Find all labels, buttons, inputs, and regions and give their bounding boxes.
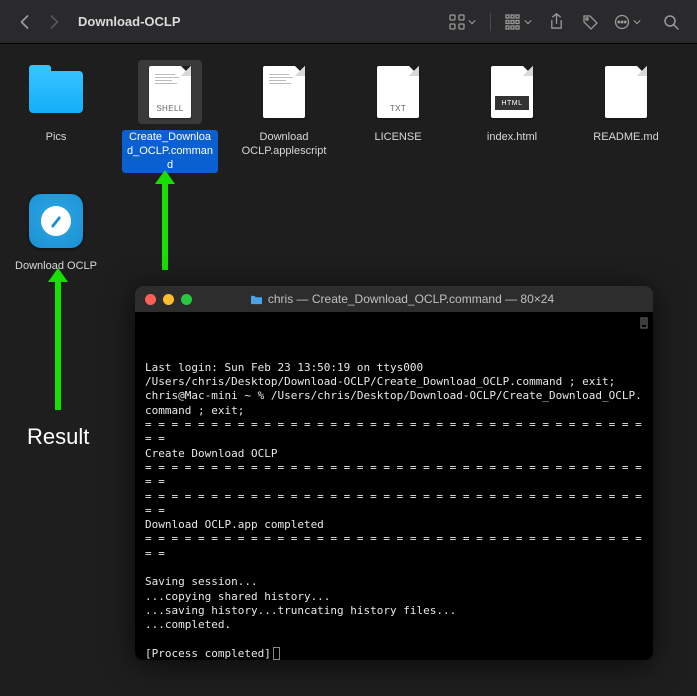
- result-label: Result: [27, 424, 89, 450]
- forward-button[interactable]: [42, 10, 66, 34]
- folder-small-icon: [250, 294, 263, 305]
- arrow-to-command: [162, 182, 168, 270]
- terminal-line: Saving session...: [145, 575, 643, 589]
- file-item[interactable]: TXT LICENSE: [350, 60, 446, 173]
- terminal-line: ...copying shared history...: [145, 590, 643, 604]
- folder-icon: [24, 60, 88, 124]
- file-label: Pics: [42, 130, 71, 146]
- toolbar-divider: [490, 13, 491, 31]
- file-grid: Pics SHELL Create_Download_OCLP.command Dow…: [0, 44, 697, 291]
- doc-icon: TXT: [366, 60, 430, 124]
- file-label: LICENSE: [370, 130, 425, 146]
- arrow-to-result: [55, 280, 61, 410]
- action-icon[interactable]: [610, 10, 645, 34]
- scroll-icon: [637, 316, 651, 330]
- file-label: Download OCLP.applescript: [236, 130, 332, 160]
- share-icon[interactable]: [542, 10, 570, 34]
- terminal-line: = = = = = = = = = = = = = = = = = = = = …: [145, 418, 643, 447]
- file-label: Create_Download_OCLP.command: [122, 130, 218, 173]
- group-by-icon[interactable]: [501, 10, 536, 34]
- search-icon[interactable]: [657, 10, 685, 34]
- file-item[interactable]: HTML index.html: [464, 60, 560, 173]
- terminal-line: Last login: Sun Feb 23 13:50:19 on ttys0…: [145, 361, 643, 375]
- terminal-window[interactable]: chris — Create_Download_OCLP.command — 8…: [135, 286, 653, 660]
- terminal-body[interactable]: Last login: Sun Feb 23 13:50:19 on ttys0…: [135, 312, 653, 660]
- terminal-line: = = = = = = = = = = = = = = = = = = = = …: [145, 490, 643, 519]
- terminal-line: ...saving history...truncating history f…: [145, 604, 643, 618]
- terminal-line: ...completed.: [145, 618, 643, 632]
- terminal-line: = = = = = = = = = = = = = = = = = = = = …: [145, 532, 643, 561]
- tag-icon[interactable]: [576, 10, 604, 34]
- folder-title: Download-OCLP: [78, 14, 181, 29]
- file-item[interactable]: Download OCLP: [8, 189, 104, 275]
- terminal-line: chris@Mac-mini ~ % /Users/chris/Desktop/…: [145, 389, 643, 418]
- terminal-line: /Users/chris/Desktop/Download-OCLP/Creat…: [145, 375, 643, 389]
- doc-icon: SHELL: [138, 60, 202, 124]
- file-label: index.html: [483, 130, 541, 146]
- back-button[interactable]: [12, 10, 36, 34]
- doc-icon: [594, 60, 658, 124]
- terminal-line: = = = = = = = = = = = = = = = = = = = = …: [145, 461, 643, 490]
- view-icon-grid[interactable]: [445, 10, 480, 34]
- app-icon: [24, 189, 88, 253]
- terminal-title: chris — Create_Download_OCLP.command — 8…: [161, 292, 643, 306]
- terminal-titlebar[interactable]: chris — Create_Download_OCLP.command — 8…: [135, 286, 653, 312]
- file-item[interactable]: README.md: [578, 60, 674, 173]
- terminal-line: [145, 633, 643, 647]
- terminal-line: Download OCLP.app completed: [145, 518, 643, 532]
- terminal-line: [145, 561, 643, 575]
- file-item[interactable]: Download OCLP.applescript: [236, 60, 332, 173]
- doc-icon: [252, 60, 316, 124]
- file-item[interactable]: SHELL Create_Download_OCLP.command: [122, 60, 218, 173]
- file-item[interactable]: Pics: [8, 60, 104, 173]
- finder-toolbar: Download-OCLP: [0, 0, 697, 44]
- cursor: [273, 647, 280, 660]
- file-label: README.md: [589, 130, 662, 146]
- close-icon[interactable]: [145, 294, 156, 305]
- terminal-line: [Process completed]: [145, 647, 643, 660]
- terminal-line: Create Download OCLP: [145, 447, 643, 461]
- doc-icon: HTML: [480, 60, 544, 124]
